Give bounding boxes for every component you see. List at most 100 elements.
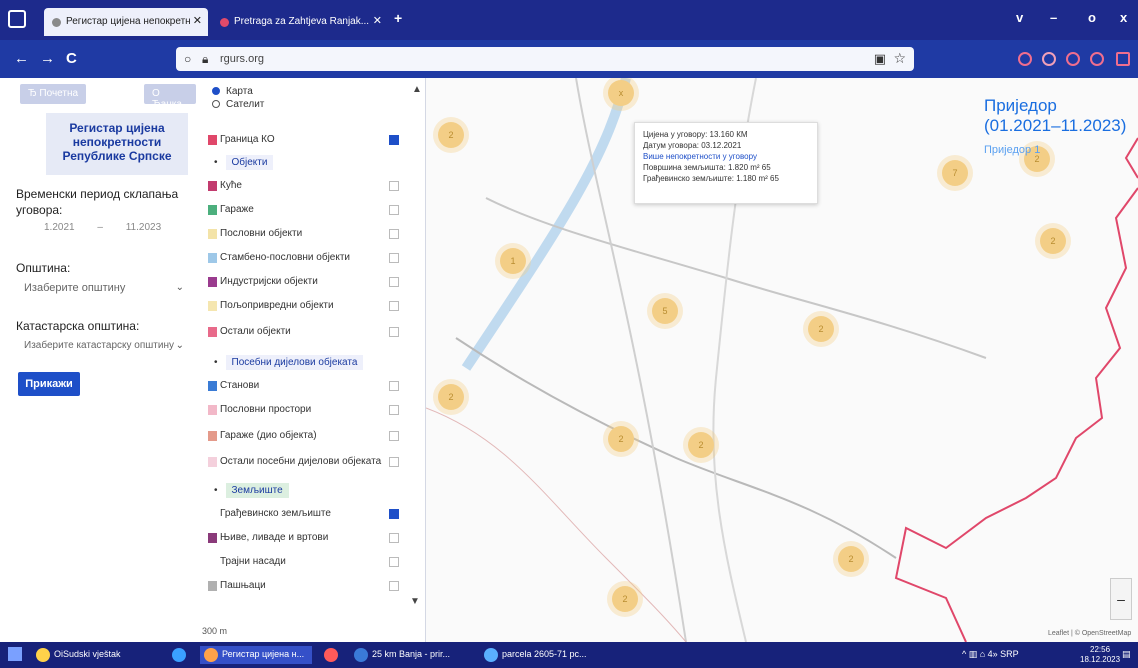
- map-cluster-marker[interactable]: 2: [1040, 228, 1066, 254]
- layer-checkbox[interactable]: [389, 327, 399, 337]
- municipality-select[interactable]: Изаберите општину ⌄: [24, 282, 184, 300]
- layer-row[interactable]: Пољопривредни објекти: [208, 298, 408, 314]
- taskbar-button[interactable]: Регистар цијена н...: [200, 646, 312, 664]
- map-view[interactable]: x 2 7 1 5 2 2 2 2 2 2 2 2 Цијена у угово…: [426, 78, 1138, 642]
- clock[interactable]: 22:56 18.12.2023: [1080, 645, 1120, 665]
- home-button[interactable]: Ђ Почетна: [20, 84, 87, 104]
- layer-section[interactable]: • Објекти: [210, 154, 279, 172]
- basemap-map[interactable]: Карта: [212, 86, 253, 97]
- layer-row[interactable]: Индустријски објекти: [208, 274, 408, 290]
- date-from[interactable]: 1.2021: [44, 222, 75, 233]
- radio-icon[interactable]: [212, 100, 220, 109]
- map-cluster-marker[interactable]: 2: [438, 122, 464, 148]
- map-cluster-marker[interactable]: 5: [652, 298, 678, 324]
- layer-row[interactable]: Гараже: [208, 202, 408, 218]
- basemap-satellite[interactable]: Сателит: [212, 99, 264, 110]
- map-cluster-marker[interactable]: 2: [808, 316, 834, 342]
- pocket-icon[interactable]: [1018, 52, 1032, 66]
- reader-view-icon[interactable]: ▣: [874, 51, 886, 67]
- layer-checkbox[interactable]: [389, 533, 399, 543]
- tab-registry[interactable]: Регистар цијена непокретн ✕: [44, 8, 208, 36]
- reload-button[interactable]: C: [66, 50, 77, 67]
- account-icon[interactable]: [1066, 52, 1080, 66]
- map-cluster-marker[interactable]: 7: [942, 160, 968, 186]
- forward-button[interactable]: →: [40, 50, 55, 67]
- tab-close-icon[interactable]: ✕: [373, 14, 382, 27]
- maximize-button[interactable]: o: [1088, 10, 1096, 25]
- layer-checkbox[interactable]: [389, 253, 399, 263]
- layer-row[interactable]: Остали посебни дијелови објеката: [208, 454, 408, 470]
- bookmark-star-icon[interactable]: ☆: [893, 50, 906, 67]
- list-tabs-button[interactable]: v: [1016, 10, 1023, 25]
- map-attribution[interactable]: Leaflet | © OpenStreetMap: [1048, 630, 1131, 637]
- lock-icon[interactable]: 🔒︎: [202, 52, 208, 67]
- layer-checkbox[interactable]: [389, 581, 399, 591]
- system-tray[interactable]: ^ ▥ ⌂ 4» SRP: [962, 649, 1019, 660]
- layer-checkbox[interactable]: [389, 229, 399, 239]
- layer-checkbox[interactable]: [389, 509, 399, 519]
- layer-section[interactable]: • Посебни дијелови објеката: [210, 354, 369, 372]
- layer-row[interactable]: Гараже (дио објекта): [208, 428, 408, 444]
- scroll-down-icon[interactable]: ▼: [410, 596, 420, 607]
- taskbar-button[interactable]: 25 km Banja - prir...: [350, 646, 472, 664]
- show-button[interactable]: Прикажи: [18, 372, 80, 396]
- layer-row[interactable]: Грађевинско земљиште: [208, 506, 408, 522]
- radio-icon[interactable]: [212, 87, 220, 96]
- tab-search[interactable]: Pretraga za Zahtjeva Ranjak... ✕: [212, 8, 388, 36]
- scroll-up-icon[interactable]: ▲: [412, 84, 422, 95]
- download-icon[interactable]: [1042, 52, 1056, 66]
- start-icon[interactable]: [8, 647, 22, 661]
- map-cluster-marker[interactable]: 2: [608, 426, 634, 452]
- bank-button[interactable]: О Ђанка: [144, 84, 196, 110]
- layer-checkbox[interactable]: [389, 405, 399, 415]
- layer-row[interactable]: Пословни објекти: [208, 226, 408, 242]
- notifications-icon[interactable]: ▤: [1122, 649, 1131, 660]
- layer-checkbox[interactable]: [389, 181, 399, 191]
- layer-checkbox[interactable]: [389, 431, 399, 441]
- layer-row[interactable]: Стамбено-пословни објекти: [208, 250, 408, 266]
- close-window-button[interactable]: x: [1120, 10, 1127, 25]
- cadastral-select[interactable]: Изаберите катастарску општину ⌄: [24, 340, 184, 358]
- zoom-control[interactable]: –: [1110, 578, 1132, 620]
- map-cluster-marker[interactable]: 1: [500, 248, 526, 274]
- window-menu-icon[interactable]: [8, 10, 26, 28]
- taskbar-button[interactable]: [320, 646, 346, 664]
- tab-close-icon[interactable]: ✕: [193, 14, 202, 27]
- popup-more-link[interactable]: Више непокретности у уговору: [643, 151, 809, 162]
- layer-checkbox[interactable]: [389, 301, 399, 311]
- layer-checkbox[interactable]: [389, 457, 399, 467]
- layer-checkbox[interactable]: [389, 135, 399, 145]
- zoom-out-button[interactable]: –: [1111, 591, 1131, 607]
- taskbar-button[interactable]: OiSudski vještak: [32, 646, 160, 664]
- url-text[interactable]: rgurs.org: [220, 53, 264, 65]
- layer-row[interactable]: Пословни простори: [208, 402, 408, 418]
- tracking-shield-icon[interactable]: ○: [184, 52, 191, 66]
- map-cluster-marker[interactable]: 2: [438, 384, 464, 410]
- extensions-icon[interactable]: [1090, 52, 1104, 66]
- minimize-button[interactable]: –: [1050, 10, 1057, 25]
- map-cluster-marker[interactable]: x: [608, 80, 634, 106]
- map-cluster-marker[interactable]: 2: [688, 432, 714, 458]
- map-cluster-marker[interactable]: 2: [612, 586, 638, 612]
- layer-checkbox[interactable]: [389, 381, 399, 391]
- taskbar-button[interactable]: [168, 646, 194, 664]
- layer-row[interactable]: Пашњаци: [208, 578, 408, 594]
- layer-checkbox[interactable]: [389, 205, 399, 215]
- layer-row[interactable]: Остали објекти: [208, 324, 408, 340]
- address-bar[interactable]: ○ 🔒︎ rgurs.org ▣ ☆: [176, 47, 914, 71]
- layer-row[interactable]: Њиве, ливаде и вртови: [208, 530, 408, 546]
- layer-checkbox[interactable]: [389, 277, 399, 287]
- taskbar-button[interactable]: parcela 2605-71 pc...: [480, 646, 604, 664]
- layer-row[interactable]: Куће: [208, 178, 408, 194]
- layer-checkbox[interactable]: [389, 557, 399, 567]
- layer-row[interactable]: Станови: [208, 378, 408, 394]
- new-tab-button[interactable]: +: [394, 10, 402, 26]
- map-subtitle[interactable]: Приједор 1: [984, 144, 1040, 156]
- layer-row[interactable]: Трајни насади: [208, 554, 408, 570]
- layer-section[interactable]: • Земљиште: [210, 482, 295, 500]
- menu-icon[interactable]: [1116, 52, 1130, 66]
- date-range[interactable]: 1.2021 – 11.2023: [44, 222, 161, 233]
- back-button[interactable]: ←: [14, 50, 29, 67]
- date-to[interactable]: 11.2023: [126, 222, 161, 233]
- layer-row[interactable]: Граница КО: [208, 132, 408, 148]
